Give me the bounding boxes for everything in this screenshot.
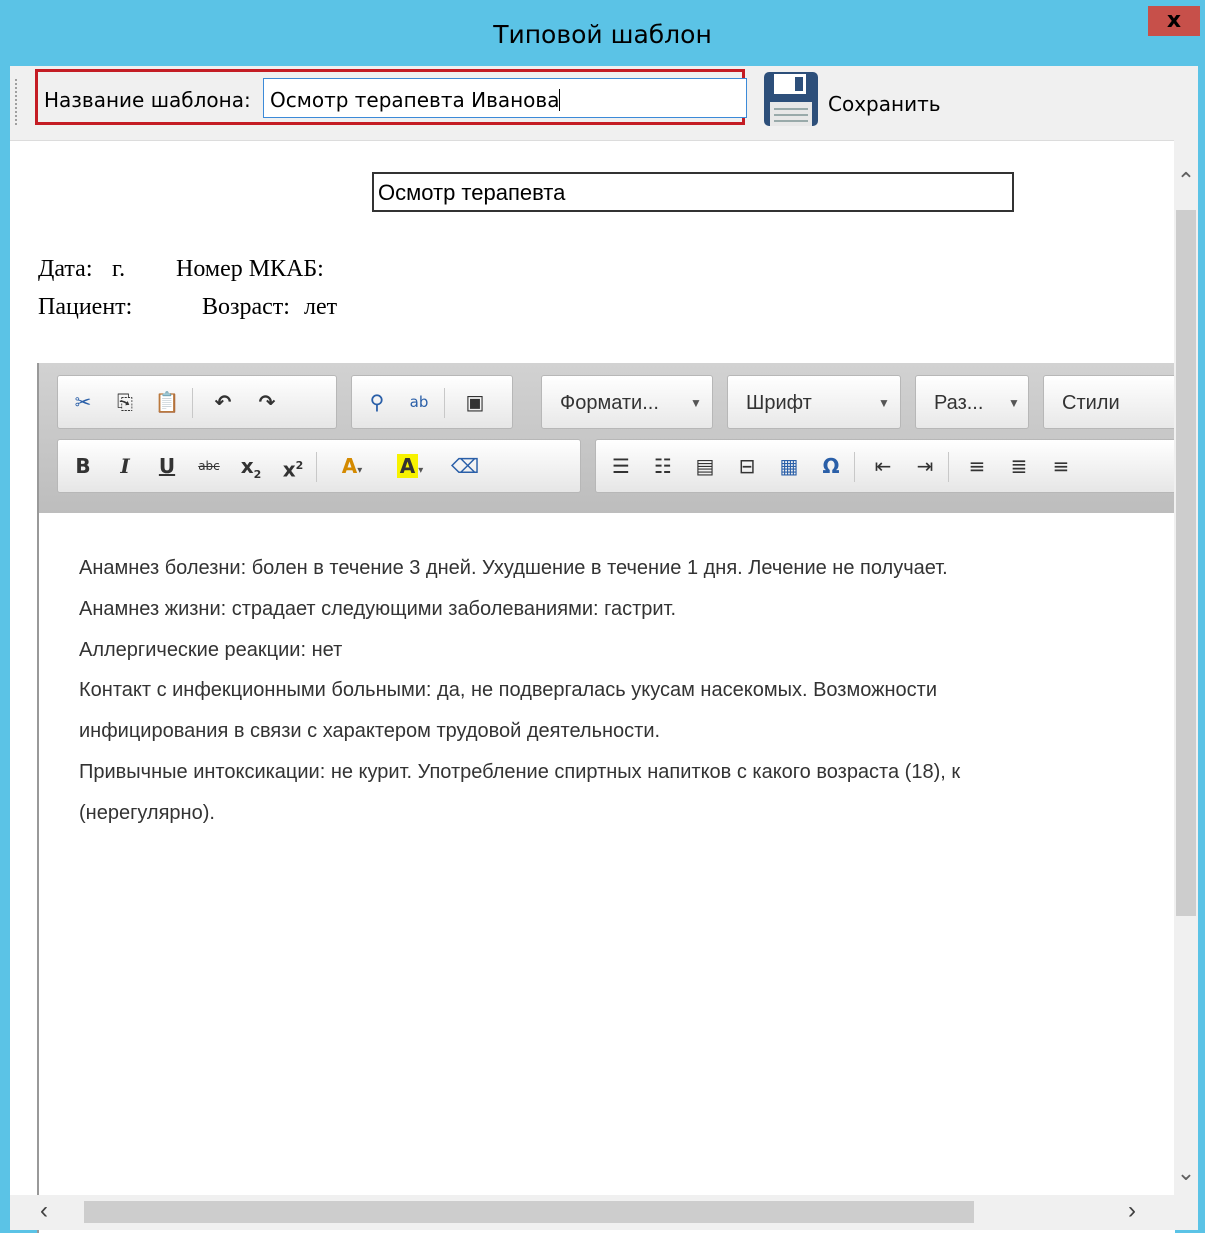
horizontal-line-icon[interactable]: ▤ <box>688 449 722 483</box>
template-name-group: Название шаблона: Осмотр терапевта Ивано… <box>35 69 747 125</box>
format-combo-label: Формати... <box>560 392 659 414</box>
redo-icon[interactable]: ↷ <box>250 385 284 419</box>
align-right-icon[interactable]: ≡ <box>1044 449 1078 483</box>
mkab-label: Номер МКАБ: <box>176 256 324 282</box>
cut-icon[interactable]: ✂ <box>66 385 100 419</box>
bold-icon[interactable]: B <box>66 449 100 483</box>
numbered-list-icon[interactable]: ☰ <box>604 449 638 483</box>
font-combo-label: Шрифт <box>746 392 812 414</box>
size-combo[interactable]: Раз... ▼ <box>915 375 1029 429</box>
clipboard-group: ✂ ⎘ 📋 ↶ ↷ <box>57 375 337 429</box>
date-suffix: г. <box>112 256 126 282</box>
text-style-group: B I U abc x2 x2 A▾ A ▾ ⌫ <box>57 439 581 493</box>
replace-icon[interactable]: ab <box>402 385 436 419</box>
indent-icon[interactable]: ⇥ <box>908 449 942 483</box>
editor-content[interactable]: Анамнез болезни: болен в течение 3 дней.… <box>39 513 1175 1233</box>
align-center-icon[interactable]: ≣ <box>1002 449 1036 483</box>
window-title: Типовой шаблон <box>493 20 712 49</box>
paragraph-5: инфицирования в связи с характером трудо… <box>79 720 661 742</box>
paragraph-1: Анамнез болезни: болен в течение 3 дней.… <box>79 557 948 579</box>
styles-combo[interactable]: Стили <box>1043 375 1175 429</box>
save-label: Сохранить <box>828 92 941 116</box>
patient-label: Пациент: <box>38 294 133 320</box>
paragraph-3: Аллергические реакции: нет <box>79 639 343 661</box>
paragraph-group: ☰ ☷ ▤ ⊟ ▦ Ω ⇤ ⇥ ≡ ≣ ≡ <box>595 439 1175 493</box>
italic-icon[interactable]: I <box>108 449 142 483</box>
template-window: Название шаблона: Осмотр терапевта Ивано… <box>10 66 1198 1233</box>
scroll-left-icon[interactable]: ‹ <box>40 1197 48 1225</box>
paragraph-6: Привычные интоксикации: не курит. Употре… <box>79 761 961 783</box>
template-name-label: Название шаблона: <box>44 88 251 112</box>
find-icon[interactable]: ⚲ <box>360 385 394 419</box>
vertical-scrollbar[interactable]: ⌃ ⌄ <box>1174 140 1198 1230</box>
rich-text-editor: ✂ ⎘ 📋 ↶ ↷ ⚲ ab ▣ Формати... ▼ Шрифт ▼ Ра… <box>37 363 1175 1233</box>
undo-icon[interactable]: ↶ <box>206 385 240 419</box>
separator <box>444 388 445 418</box>
title-bar: Типовой шаблон x <box>0 0 1205 66</box>
font-combo[interactable]: Шрифт ▼ <box>727 375 901 429</box>
page-break-icon[interactable]: ⊟ <box>730 449 764 483</box>
copy-icon[interactable]: ⎘ <box>108 385 142 419</box>
separator <box>192 388 193 418</box>
close-button[interactable]: x <box>1148 6 1200 36</box>
text-caret <box>559 89 561 111</box>
eraser-icon[interactable]: ⌫ <box>448 449 482 483</box>
separator <box>948 452 949 482</box>
size-combo-label: Раз... <box>934 392 984 414</box>
find-group: ⚲ ab ▣ <box>351 375 513 429</box>
age-suffix: лет <box>304 294 338 320</box>
bulleted-list-icon[interactable]: ☷ <box>646 449 680 483</box>
vertical-scroll-thumb[interactable] <box>1176 210 1196 916</box>
horizontal-scrollbar[interactable]: ‹ › <box>10 1195 1174 1230</box>
format-combo[interactable]: Формати... ▼ <box>541 375 713 429</box>
paragraph-2: Анамнез жизни: страдает следующими забол… <box>79 598 677 620</box>
subscript-icon[interactable]: x2 <box>234 449 268 483</box>
date-label: Дата: <box>38 256 93 282</box>
toolbar-grip[interactable] <box>14 78 18 126</box>
separator <box>854 452 855 482</box>
editor-toolbar: ✂ ⎘ 📋 ↶ ↷ ⚲ ab ▣ Формати... ▼ Шрифт ▼ Ра… <box>39 363 1175 514</box>
scroll-up-icon[interactable]: ⌃ <box>1176 168 1196 194</box>
background-color-icon[interactable]: A ▾ <box>386 449 434 483</box>
chevron-down-icon: ▼ <box>690 396 702 410</box>
template-name-input[interactable]: Осмотр терапевта Иванова <box>263 78 747 118</box>
age-label: Возраст: <box>202 294 290 320</box>
floppy-disk-icon <box>764 72 818 126</box>
top-toolbar: Название шаблона: Осмотр терапевта Ивано… <box>10 66 1198 141</box>
outdent-icon[interactable]: ⇤ <box>866 449 900 483</box>
chevron-down-icon: ▼ <box>1008 396 1020 410</box>
table-icon[interactable]: ▦ <box>772 449 806 483</box>
select-all-icon[interactable]: ▣ <box>458 385 492 419</box>
strikethrough-icon[interactable]: abc <box>192 449 226 483</box>
special-char-icon[interactable]: Ω <box>814 449 848 483</box>
separator <box>316 452 317 482</box>
horizontal-scroll-thumb[interactable] <box>84 1201 974 1223</box>
paragraph-7: (нерегулярно). <box>79 802 215 824</box>
scroll-down-icon[interactable]: ⌄ <box>1176 1160 1196 1186</box>
superscript-icon[interactable]: x2 <box>276 449 310 483</box>
paragraph-4: Контакт с инфекционными больными: да, не… <box>79 679 937 701</box>
styles-combo-label: Стили <box>1062 392 1120 414</box>
chevron-down-icon: ▼ <box>878 396 890 410</box>
text-color-icon[interactable]: A▾ <box>328 449 376 483</box>
document-title-field[interactable]: Осмотр терапевта <box>372 172 1014 212</box>
align-left-icon[interactable]: ≡ <box>960 449 994 483</box>
paste-icon[interactable]: 📋 <box>150 385 184 419</box>
scroll-right-icon[interactable]: › <box>1128 1197 1136 1225</box>
template-name-value: Осмотр терапевта Иванова <box>270 88 560 112</box>
underline-icon[interactable]: U <box>150 449 184 483</box>
